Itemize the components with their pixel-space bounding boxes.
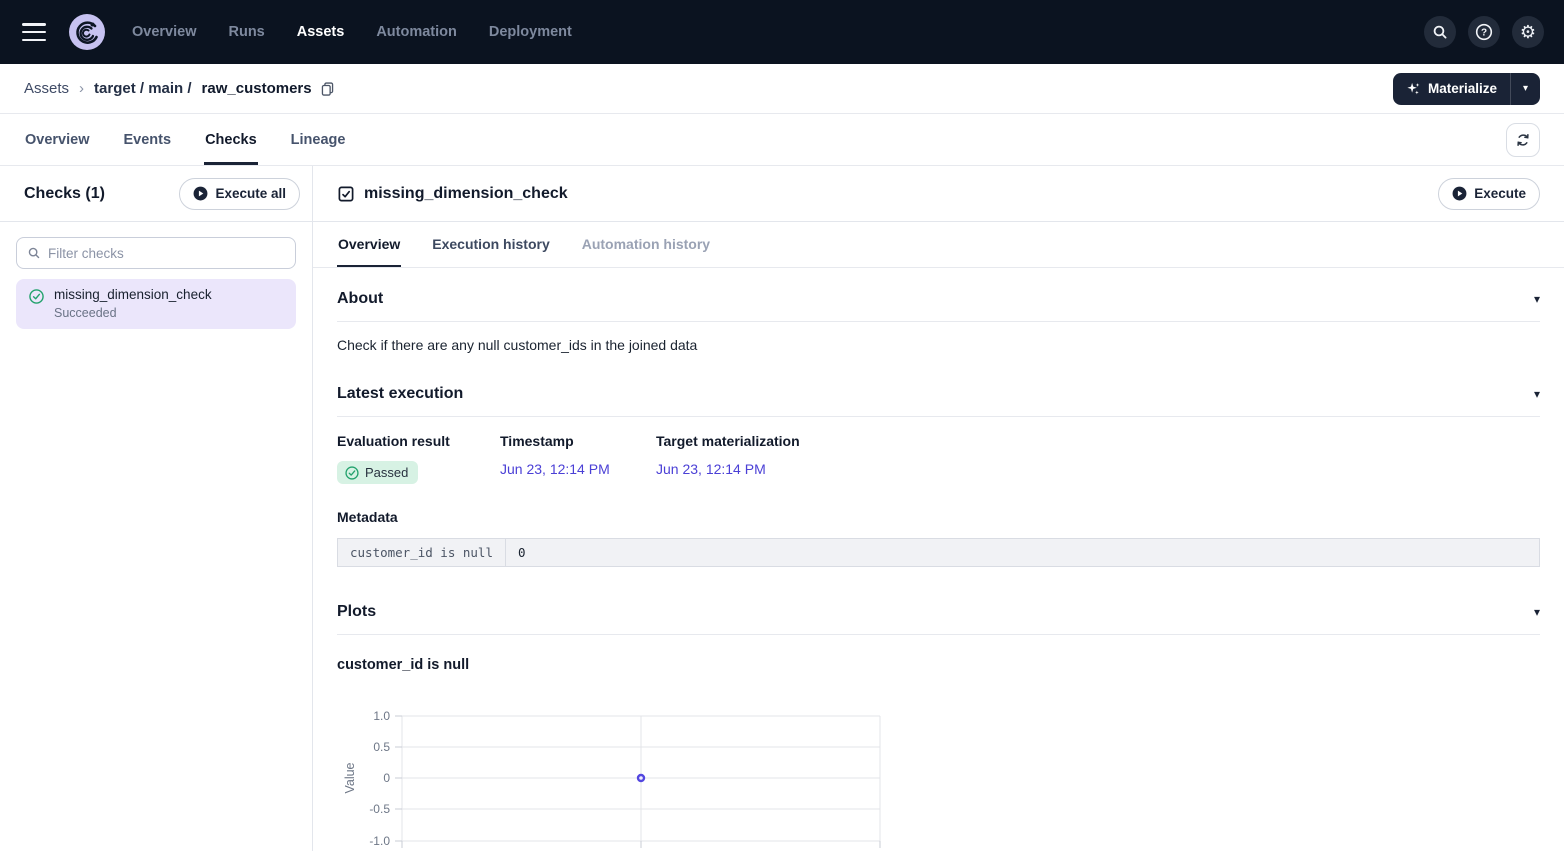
- timestamp-label: Timestamp: [500, 433, 656, 449]
- chevron-right-icon: ›: [79, 80, 84, 97]
- check-list-item[interactable]: missing_dimension_check Succeeded: [16, 279, 296, 329]
- nav-item-runs[interactable]: Runs: [229, 24, 265, 40]
- latest-execution-section-header: Latest execution ▾: [337, 385, 1540, 403]
- primary-nav: Overview Runs Assets Automation Deployme…: [132, 24, 572, 40]
- tab-overview[interactable]: Overview: [24, 114, 91, 165]
- data-point[interactable]: [638, 775, 644, 781]
- metadata-value: 0: [506, 538, 1540, 566]
- plots-section-header: Plots ▾: [337, 603, 1540, 621]
- passed-badge: Passed: [337, 461, 418, 484]
- caret-down-icon[interactable]: ▾: [1534, 387, 1540, 401]
- breadcrumb-asset-path: target / main /: [94, 80, 192, 97]
- evaluation-result-label: Evaluation result: [337, 433, 500, 449]
- filter-checks-input[interactable]: [48, 246, 285, 261]
- divider: [337, 321, 1540, 322]
- execute-all-button[interactable]: Execute all: [179, 178, 300, 210]
- metadata-table: customer_id is null 0: [337, 538, 1540, 567]
- value-chart: 1.0 0.5 0 -0.5 -1.0 Value Jun 23, 12:14 …: [337, 704, 1540, 851]
- check-item-status: Succeeded: [54, 306, 212, 320]
- y-tick-label: 0: [383, 771, 390, 785]
- table-row: customer_id is null 0: [338, 538, 1540, 566]
- asset-check-icon: [337, 185, 355, 203]
- check-circle-icon: [345, 466, 359, 480]
- about-section-header: About ▾: [337, 290, 1540, 308]
- tab-events[interactable]: Events: [123, 114, 173, 165]
- tab-automation-history[interactable]: Automation history: [581, 222, 711, 267]
- y-tick-label: -1.0: [369, 834, 390, 848]
- checks-sidebar: Checks (1) Execute all missing_dimension…: [0, 166, 313, 851]
- copy-icon[interactable]: [320, 81, 335, 96]
- about-description: Check if there are any null customer_ids…: [337, 337, 1540, 353]
- divider: [337, 634, 1540, 635]
- breadcrumb-asset-name: raw_customers: [202, 80, 312, 97]
- refresh-icon[interactable]: [1506, 123, 1540, 157]
- search-icon[interactable]: [1424, 16, 1456, 48]
- nav-item-automation[interactable]: Automation: [376, 24, 457, 40]
- top-nav: Overview Runs Assets Automation Deployme…: [0, 0, 1564, 64]
- metadata-key: customer_id is null: [338, 538, 506, 566]
- dagster-logo[interactable]: [68, 13, 106, 51]
- play-icon: [193, 186, 208, 201]
- y-tick-label: -0.5: [369, 802, 390, 816]
- nav-item-overview[interactable]: Overview: [132, 24, 197, 40]
- filter-checks-field: [16, 237, 296, 269]
- materialize-dropdown-caret[interactable]: ▾: [1510, 73, 1540, 105]
- plots-heading: Plots: [337, 603, 376, 621]
- nav-item-assets[interactable]: Assets: [297, 24, 345, 40]
- tab-checks[interactable]: Checks: [204, 114, 258, 165]
- y-axis-label: Value: [343, 762, 357, 793]
- check-circle-icon: [29, 289, 44, 304]
- timestamp-link[interactable]: Jun 23, 12:14 PM: [500, 461, 610, 477]
- sparkle-icon: [1406, 81, 1421, 96]
- svg-text:?: ?: [1481, 28, 1487, 39]
- latest-execution-heading: Latest execution: [337, 385, 463, 403]
- breadcrumb: Assets › target / main / raw_customers: [24, 80, 335, 97]
- about-heading: About: [337, 290, 383, 308]
- nav-actions: ? ⚙: [1424, 16, 1544, 48]
- check-detail-panel: missing_dimension_check Execute Overview…: [313, 166, 1564, 851]
- help-icon[interactable]: ?: [1468, 16, 1500, 48]
- y-tick-label: 0.5: [373, 740, 390, 754]
- materialize-split-button: Materialize ▾: [1393, 73, 1540, 105]
- target-materialization-label: Target materialization: [656, 433, 1540, 449]
- divider: [337, 416, 1540, 417]
- checks-count-title: Checks (1): [24, 185, 105, 203]
- tab-lineage[interactable]: Lineage: [290, 114, 347, 165]
- target-materialization-link[interactable]: Jun 23, 12:14 PM: [656, 461, 766, 477]
- caret-down-icon[interactable]: ▾: [1534, 292, 1540, 306]
- nav-item-deployment[interactable]: Deployment: [489, 24, 572, 40]
- caret-down-icon[interactable]: ▾: [1534, 605, 1540, 619]
- breadcrumb-row: Assets › target / main / raw_customers M…: [0, 64, 1564, 114]
- settings-gear-icon[interactable]: ⚙: [1512, 16, 1544, 48]
- plot-title: customer_id is null: [337, 657, 1540, 673]
- metadata-heading: Metadata: [337, 509, 1540, 525]
- y-tick-label: 1.0: [373, 709, 390, 723]
- execute-button[interactable]: Execute: [1438, 178, 1540, 210]
- search-icon: [27, 246, 41, 260]
- tab-check-overview[interactable]: Overview: [337, 222, 401, 267]
- tab-execution-history[interactable]: Execution history: [431, 222, 550, 267]
- check-detail-tabs: Overview Execution history Automation hi…: [313, 222, 1564, 268]
- check-item-name: missing_dimension_check: [54, 287, 212, 302]
- play-icon: [1452, 186, 1467, 201]
- menu-icon[interactable]: [22, 23, 46, 41]
- asset-tabs: Overview Events Checks Lineage: [0, 114, 1564, 166]
- breadcrumb-assets-link[interactable]: Assets: [24, 80, 69, 97]
- check-title: missing_dimension_check: [364, 185, 568, 203]
- materialize-button[interactable]: Materialize: [1393, 73, 1510, 105]
